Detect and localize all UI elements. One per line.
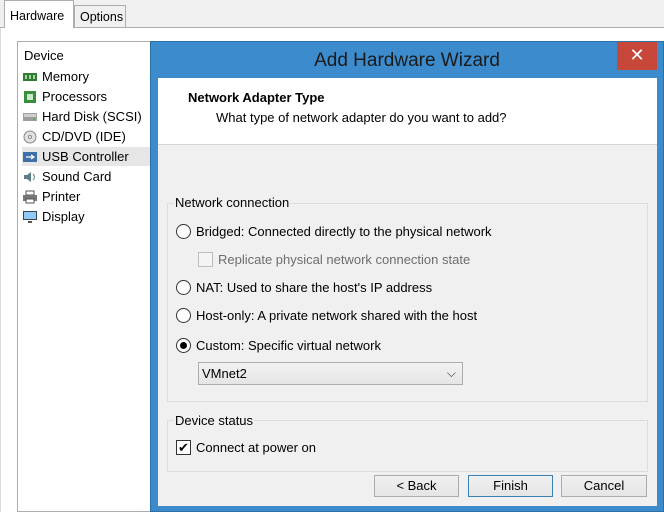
- replicate-option: Replicate physical network connection st…: [198, 250, 470, 268]
- bridged-label: Bridged: Connected directly to the physi…: [196, 223, 492, 239]
- device-item-printer[interactable]: Printer: [22, 187, 156, 206]
- replicate-label: Replicate physical network connection st…: [218, 251, 471, 267]
- bridged-radio[interactable]: [176, 223, 191, 239]
- vmnet-value: VMnet2: [202, 366, 247, 381]
- host-only-option[interactable]: Host-only: A private network shared with…: [176, 306, 477, 324]
- processor-icon: [22, 90, 38, 104]
- usb-icon: [22, 150, 38, 164]
- add-hardware-wizard: Add Hardware Wizard ✕ Network Adapter Ty…: [150, 41, 664, 512]
- wizard-header: Network Adapter Type What type of networ…: [158, 78, 657, 145]
- wizard-title: Add Hardware Wizard: [314, 50, 500, 71]
- device-status-label: Device status: [174, 413, 255, 428]
- nat-label: NAT: Used to share the host's IP address: [196, 279, 433, 295]
- device-item-processors[interactable]: Processors: [22, 87, 156, 106]
- connect-label: Connect at power on: [196, 439, 316, 455]
- connect-checkbox[interactable]: ✔: [176, 439, 191, 455]
- tab-hardware[interactable]: Hardware: [4, 0, 74, 28]
- chevron-down-icon: ⌵: [446, 366, 456, 380]
- display-icon: [22, 210, 38, 224]
- wizard-client: Network Adapter Type What type of networ…: [158, 78, 657, 506]
- close-button[interactable]: ✕: [617, 42, 657, 70]
- device-item-display[interactable]: Display: [22, 207, 156, 226]
- connect-at-power-on-option[interactable]: ✔ Connect at power on: [176, 438, 316, 456]
- sound-card-icon: [22, 170, 38, 184]
- tab-strip: Hardware Options: [0, 0, 664, 28]
- custom-radio[interactable]: [176, 337, 191, 353]
- bridged-option[interactable]: Bridged: Connected directly to the physi…: [176, 222, 492, 240]
- back-button[interactable]: < Back: [374, 475, 459, 497]
- page-title: Network Adapter Type: [188, 90, 325, 105]
- device-item-cd-dvd[interactable]: CD/DVD (IDE): [22, 127, 156, 146]
- device-item-label: Display: [42, 209, 85, 224]
- cd-dvd-icon: [22, 130, 38, 144]
- device-item-label: Memory: [42, 69, 89, 84]
- close-icon: ✕: [629, 45, 645, 65]
- hard-disk-icon: [22, 110, 38, 124]
- replicate-checkbox: [198, 251, 213, 267]
- device-item-label: CD/DVD (IDE): [42, 129, 126, 144]
- memory-icon: [22, 70, 38, 84]
- vmnet-select[interactable]: VMnet2 ⌵: [198, 362, 463, 385]
- device-item-label: USB Controller: [42, 149, 129, 164]
- tab-options[interactable]: Options: [74, 5, 126, 28]
- device-item-hard-disk[interactable]: Hard Disk (SCSI): [22, 107, 156, 126]
- device-item-sound-card[interactable]: Sound Card: [22, 167, 156, 186]
- device-item-memory[interactable]: Memory: [22, 67, 156, 86]
- cancel-button[interactable]: Cancel: [561, 475, 647, 497]
- wizard-titlebar[interactable]: Add Hardware Wizard ✕: [151, 42, 663, 78]
- device-item-label: Sound Card: [42, 169, 112, 184]
- host-only-label: Host-only: A private network shared with…: [196, 307, 478, 323]
- device-item-label: Hard Disk (SCSI): [42, 109, 142, 124]
- device-column-header: Device: [24, 48, 64, 63]
- device-item-label: Processors: [42, 89, 108, 104]
- device-item-usb-controller[interactable]: USB Controller: [22, 147, 156, 166]
- device-list: Device Memory Processors Hard Disk (SCSI…: [17, 41, 157, 512]
- device-item-label: Printer: [42, 189, 81, 204]
- network-connection-label: Network connection: [174, 195, 291, 210]
- nat-option[interactable]: NAT: Used to share the host's IP address: [176, 278, 432, 296]
- custom-option[interactable]: Custom: Specific virtual network: [176, 336, 381, 354]
- host-only-radio[interactable]: [176, 307, 191, 323]
- page-subtitle: What type of network adapter do you want…: [216, 110, 507, 125]
- nat-radio[interactable]: [176, 279, 191, 295]
- finish-button[interactable]: Finish: [468, 475, 553, 497]
- custom-label: Custom: Specific virtual network: [196, 337, 381, 353]
- printer-icon: [22, 190, 38, 204]
